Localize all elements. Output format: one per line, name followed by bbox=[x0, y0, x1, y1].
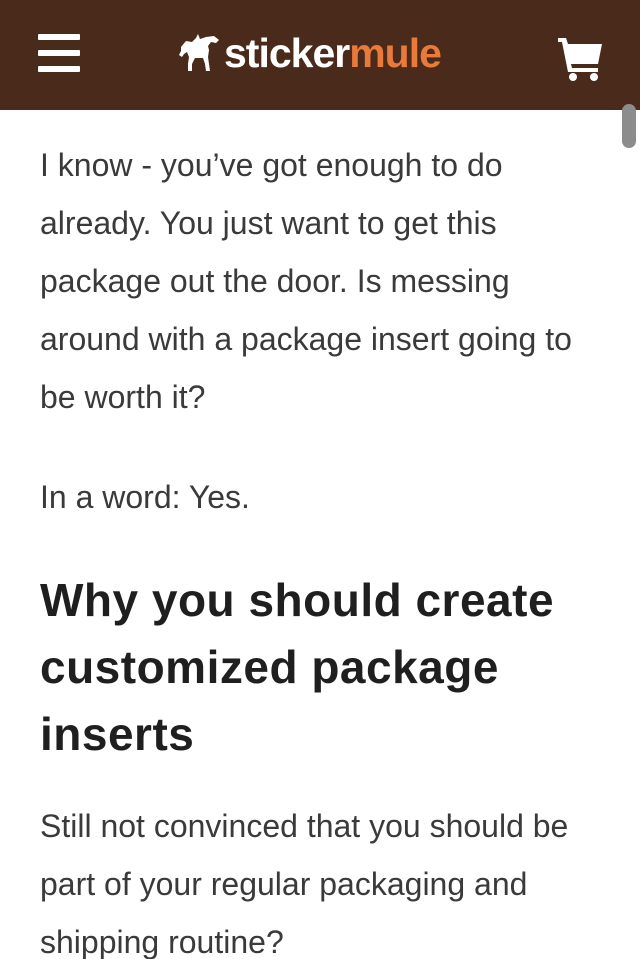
scrollbar-thumb[interactable] bbox=[622, 104, 636, 148]
top-navigation-bar: sticker mule bbox=[0, 0, 640, 110]
article-paragraph: Still not convinced that you should be p… bbox=[40, 808, 569, 959]
stickermule-logo[interactable]: sticker mule bbox=[178, 28, 468, 78]
article-paragraph: In a word: Yes. bbox=[40, 479, 250, 515]
logo-text-mule: mule bbox=[349, 30, 442, 76]
cart-button[interactable] bbox=[552, 30, 608, 82]
menu-button[interactable] bbox=[30, 26, 86, 82]
mule-icon bbox=[178, 33, 220, 73]
section-heading: Why you should create customized package… bbox=[40, 574, 555, 760]
logo-text-sticker: sticker bbox=[224, 30, 350, 76]
article-paragraph: I know - you’ve got enough to do already… bbox=[40, 147, 572, 415]
cart-icon bbox=[552, 38, 608, 86]
